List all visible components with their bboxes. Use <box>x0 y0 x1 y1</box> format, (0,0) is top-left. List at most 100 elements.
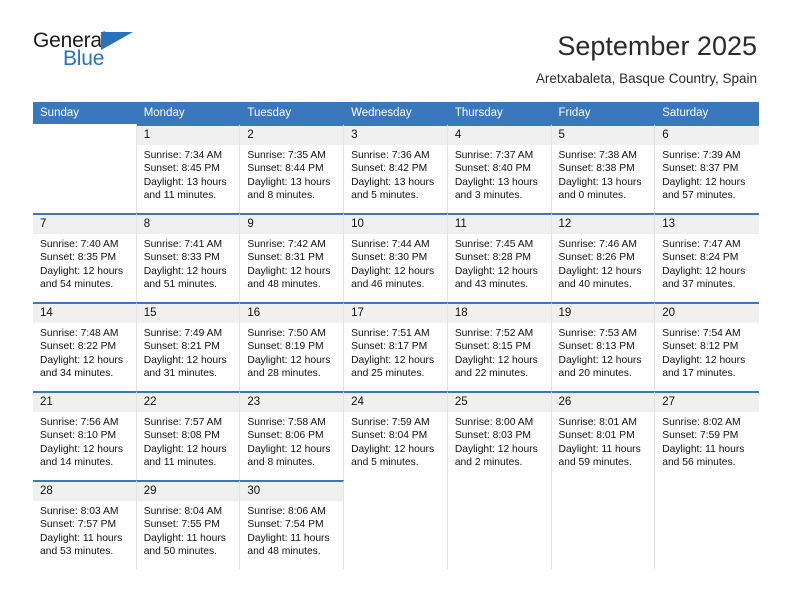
calendar-day[interactable]: 13 Sunrise: 7:47 AM Sunset: 8:24 PM Dayligh… <box>655 212 759 302</box>
sunset-text: Sunset: 8:22 PM <box>40 341 117 353</box>
calendar-day[interactable]: 2 Sunrise: 7:35 AM Sunset: 8:44 PM Daylight… <box>240 123 345 213</box>
calendar-day[interactable]: 6 Sunrise: 7:39 AM Sunset: 8:37 PM Daylight… <box>655 123 759 213</box>
calendar-day[interactable]: 7 Sunrise: 7:40 AM Sunset: 8:35 PM Daylight… <box>33 212 137 302</box>
daylight-text: Daylight: 12 hours and 37 minutes. <box>662 265 746 290</box>
day-details: Sunrise: 7:44 AM Sunset: 8:30 PM Daylight:… <box>344 234 447 292</box>
calendar-day[interactable]: 16 Sunrise: 7:50 AM Sunset: 8:19 PM Dayligh… <box>240 301 345 391</box>
sunrise-text: Sunrise: 7:58 AM <box>247 416 326 428</box>
day-number: 20 <box>655 303 759 323</box>
calendar-day[interactable]: 11 Sunrise: 7:45 AM Sunset: 8:28 PM Dayligh… <box>447 212 552 302</box>
calendar-cell: 6 Sunrise: 7:39 AM Sunset: 8:37 PM Daylight… <box>655 123 759 213</box>
sunrise-text: Sunrise: 7:38 AM <box>558 149 637 161</box>
calendar-day[interactable]: 26 Sunrise: 8:01 AM Sunset: 8:01 PM Dayligh… <box>551 390 656 480</box>
calendar-day[interactable]: 22 Sunrise: 7:57 AM Sunset: 8:08 PM Dayligh… <box>136 390 241 480</box>
calendar-day[interactable]: 20 Sunrise: 7:54 AM Sunset: 8:12 PM Dayligh… <box>655 301 759 391</box>
calendar-day[interactable]: 30 Sunrise: 8:06 AM Sunset: 7:54 PM Dayligh… <box>240 479 345 569</box>
calendar-cell: 5 Sunrise: 7:38 AM Sunset: 8:38 PM Daylight… <box>551 123 656 213</box>
sunrise-text: Sunrise: 7:51 AM <box>351 327 430 339</box>
sunrise-text: Sunrise: 8:01 AM <box>558 416 637 428</box>
calendar-day[interactable]: 1 Sunrise: 7:34 AM Sunset: 8:45 PM Daylight… <box>136 123 241 213</box>
calendar-day[interactable]: 14 Sunrise: 7:48 AM Sunset: 8:22 PM Dayligh… <box>33 301 137 391</box>
calendar-day[interactable]: 15 Sunrise: 7:49 AM Sunset: 8:21 PM Dayligh… <box>136 301 241 391</box>
day-details: Sunrise: 7:42 AM Sunset: 8:31 PM Daylight:… <box>240 234 343 292</box>
day-number <box>344 480 447 499</box>
daylight-text: Daylight: 12 hours and 46 minutes. <box>351 265 435 290</box>
calendar-day[interactable]: 24 Sunrise: 7:59 AM Sunset: 8:04 PM Dayligh… <box>344 390 448 480</box>
day-details: Sunrise: 8:03 AM Sunset: 7:57 PM Daylight:… <box>33 501 136 559</box>
sunrise-text: Sunrise: 7:34 AM <box>143 149 223 161</box>
weekday-header-saturday: Saturday <box>655 101 759 124</box>
calendar-day[interactable]: 18 Sunrise: 7:52 AM Sunset: 8:15 PM Dayligh… <box>447 301 552 391</box>
calendar-day[interactable]: 8 Sunrise: 7:41 AM Sunset: 8:33 PM Daylight… <box>136 212 241 302</box>
day-number: 29 <box>136 481 240 501</box>
calendar-day[interactable]: 17 Sunrise: 7:51 AM Sunset: 8:17 PM Dayligh… <box>344 301 448 391</box>
day-number <box>655 480 759 499</box>
day-details: Sunrise: 8:00 AM Sunset: 8:03 PM Daylight:… <box>448 412 551 470</box>
day-number: 23 <box>240 392 344 412</box>
calendar-table: Sunday Monday Tuesday Wednesday Thursday… <box>33 101 759 569</box>
sunset-text: Sunset: 8:08 PM <box>143 430 220 442</box>
daylight-text: Daylight: 11 hours and 59 minutes. <box>558 443 641 468</box>
calendar-day[interactable]: 25 Sunrise: 8:00 AM Sunset: 8:03 PM Dayligh… <box>447 390 552 480</box>
calendar-day[interactable]: 28 Sunrise: 8:03 AM Sunset: 7:57 PM Dayligh… <box>33 479 137 569</box>
sunrise-text: Sunrise: 8:03 AM <box>40 505 119 517</box>
calendar-cell: 16 Sunrise: 7:50 AM Sunset: 8:19 PM Dayligh… <box>240 301 345 391</box>
day-details: Sunrise: 7:52 AM Sunset: 8:15 PM Daylight:… <box>448 323 551 381</box>
sunset-text: Sunset: 8:03 PM <box>454 430 531 442</box>
calendar-day[interactable]: 9 Sunrise: 7:42 AM Sunset: 8:31 PM Daylight… <box>240 212 345 302</box>
calendar-day[interactable]: 10 Sunrise: 7:44 AM Sunset: 8:30 PM Dayligh… <box>344 212 448 302</box>
calendar-day[interactable]: 19 Sunrise: 7:53 AM Sunset: 8:13 PM Dayligh… <box>551 301 656 391</box>
weekday-header-friday: Friday <box>551 101 656 124</box>
calendar-body: 1 Sunrise: 7:34 AM Sunset: 8:45 PM Daylight… <box>33 123 759 569</box>
calendar-day[interactable]: 29 Sunrise: 8:04 AM Sunset: 7:55 PM Dayligh… <box>136 479 241 569</box>
sunset-text: Sunset: 7:55 PM <box>143 519 220 531</box>
day-details: Sunrise: 7:37 AM Sunset: 8:40 PM Daylight:… <box>448 145 551 203</box>
daylight-text: Daylight: 12 hours and 31 minutes. <box>143 354 227 379</box>
calendar-day[interactable]: 5 Sunrise: 7:38 AM Sunset: 8:38 PM Daylight… <box>551 123 656 213</box>
day-number: 19 <box>551 303 655 323</box>
calendar-cell: 27 Sunrise: 8:02 AM Sunset: 7:59 PM Dayligh… <box>655 390 759 480</box>
day-details: Sunrise: 7:51 AM Sunset: 8:17 PM Daylight:… <box>344 323 447 381</box>
day-number: 21 <box>33 392 136 412</box>
calendar-day[interactable]: 12 Sunrise: 7:46 AM Sunset: 8:26 PM Dayligh… <box>551 212 656 302</box>
general-blue-logo[interactable]: General Blue <box>33 30 145 76</box>
calendar-day[interactable]: 4 Sunrise: 7:37 AM Sunset: 8:40 PM Daylight… <box>447 123 552 213</box>
day-details: Sunrise: 8:04 AM Sunset: 7:55 PM Daylight:… <box>137 501 240 559</box>
day-details: Sunrise: 7:56 AM Sunset: 8:10 PM Daylight:… <box>33 412 136 470</box>
calendar-day[interactable]: 27 Sunrise: 8:02 AM Sunset: 7:59 PM Dayligh… <box>655 390 759 480</box>
sunset-text: Sunset: 8:12 PM <box>662 341 739 353</box>
day-number: 8 <box>136 214 240 234</box>
day-number: 17 <box>344 303 447 323</box>
sunrise-text: Sunrise: 7:49 AM <box>143 327 223 339</box>
day-details: Sunrise: 7:46 AM Sunset: 8:26 PM Daylight:… <box>552 234 655 292</box>
calendar-cell: 17 Sunrise: 7:51 AM Sunset: 8:17 PM Dayligh… <box>344 301 448 391</box>
daylight-text: Daylight: 11 hours and 48 minutes. <box>247 532 330 557</box>
calendar-cell: 28 Sunrise: 8:03 AM Sunset: 7:57 PM Dayligh… <box>33 479 137 569</box>
calendar-day[interactable]: 3 Sunrise: 7:36 AM Sunset: 8:42 PM Daylight… <box>344 123 448 213</box>
calendar-cell: 15 Sunrise: 7:49 AM Sunset: 8:21 PM Dayligh… <box>136 301 241 391</box>
daylight-text: Daylight: 12 hours and 40 minutes. <box>558 265 642 290</box>
sunset-text: Sunset: 8:35 PM <box>40 252 117 264</box>
daylight-text: Daylight: 12 hours and 5 minutes. <box>351 443 435 468</box>
calendar-day[interactable]: 23 Sunrise: 7:58 AM Sunset: 8:06 PM Dayligh… <box>240 390 345 480</box>
daylight-text: Daylight: 12 hours and 25 minutes. <box>351 354 435 379</box>
sunset-text: Sunset: 8:38 PM <box>558 163 635 175</box>
calendar-cell: 11 Sunrise: 7:45 AM Sunset: 8:28 PM Dayligh… <box>447 212 552 302</box>
sunrise-text: Sunrise: 7:40 AM <box>40 238 119 250</box>
daylight-text: Daylight: 12 hours and 28 minutes. <box>247 354 331 379</box>
day-number: 2 <box>240 125 344 145</box>
day-details: Sunrise: 7:57 AM Sunset: 8:08 PM Daylight:… <box>137 412 240 470</box>
calendar-cell: 9 Sunrise: 7:42 AM Sunset: 8:31 PM Daylight… <box>240 212 345 302</box>
sunrise-text: Sunrise: 7:52 AM <box>454 327 534 339</box>
sunrise-text: Sunrise: 7:37 AM <box>454 149 534 161</box>
day-details: Sunrise: 7:38 AM Sunset: 8:38 PM Daylight:… <box>552 145 655 203</box>
sunrise-text: Sunrise: 8:02 AM <box>662 416 741 428</box>
day-details: Sunrise: 8:02 AM Sunset: 7:59 PM Daylight:… <box>655 412 759 470</box>
sunset-text: Sunset: 8:31 PM <box>247 252 324 264</box>
weekday-header-monday: Monday <box>136 101 241 124</box>
day-number: 25 <box>447 392 551 412</box>
day-number: 13 <box>655 214 759 234</box>
daylight-text: Daylight: 13 hours and 11 minutes. <box>143 176 227 201</box>
calendar-day[interactable]: 21 Sunrise: 7:56 AM Sunset: 8:10 PM Dayligh… <box>33 390 137 480</box>
sunset-text: Sunset: 8:21 PM <box>143 341 220 353</box>
